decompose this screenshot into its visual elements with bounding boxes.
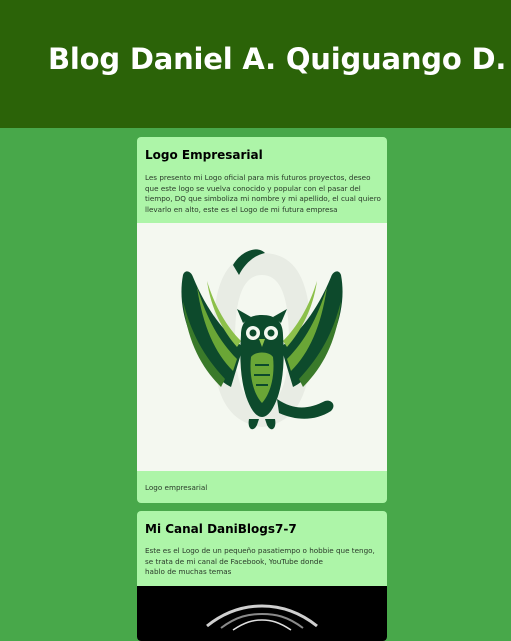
site-header: Blog Daniel A. Quiguango D. bbox=[0, 0, 511, 128]
post-body: Este es el Logo de un pequeño pasatiempo… bbox=[145, 546, 375, 576]
channel-logo-icon[interactable] bbox=[137, 586, 387, 641]
post-card-mi-canal: Mi Canal DaniBlogs7-7 Este es el Logo de… bbox=[137, 511, 387, 641]
blog-title[interactable]: Blog Daniel A. Quiguango D. bbox=[48, 42, 506, 76]
post-title[interactable]: Mi Canal DaniBlogs7-7 bbox=[145, 522, 297, 536]
post-title[interactable]: Logo Empresarial bbox=[145, 148, 263, 162]
owl-dq-logo-icon[interactable] bbox=[137, 223, 387, 471]
post-body: Les presento mi Logo oficial para mis fu… bbox=[145, 173, 381, 214]
post-card-logo-empresarial: Logo Empresarial Les presento mi Logo of… bbox=[137, 137, 387, 503]
image-caption: Logo empresarial bbox=[145, 483, 208, 492]
